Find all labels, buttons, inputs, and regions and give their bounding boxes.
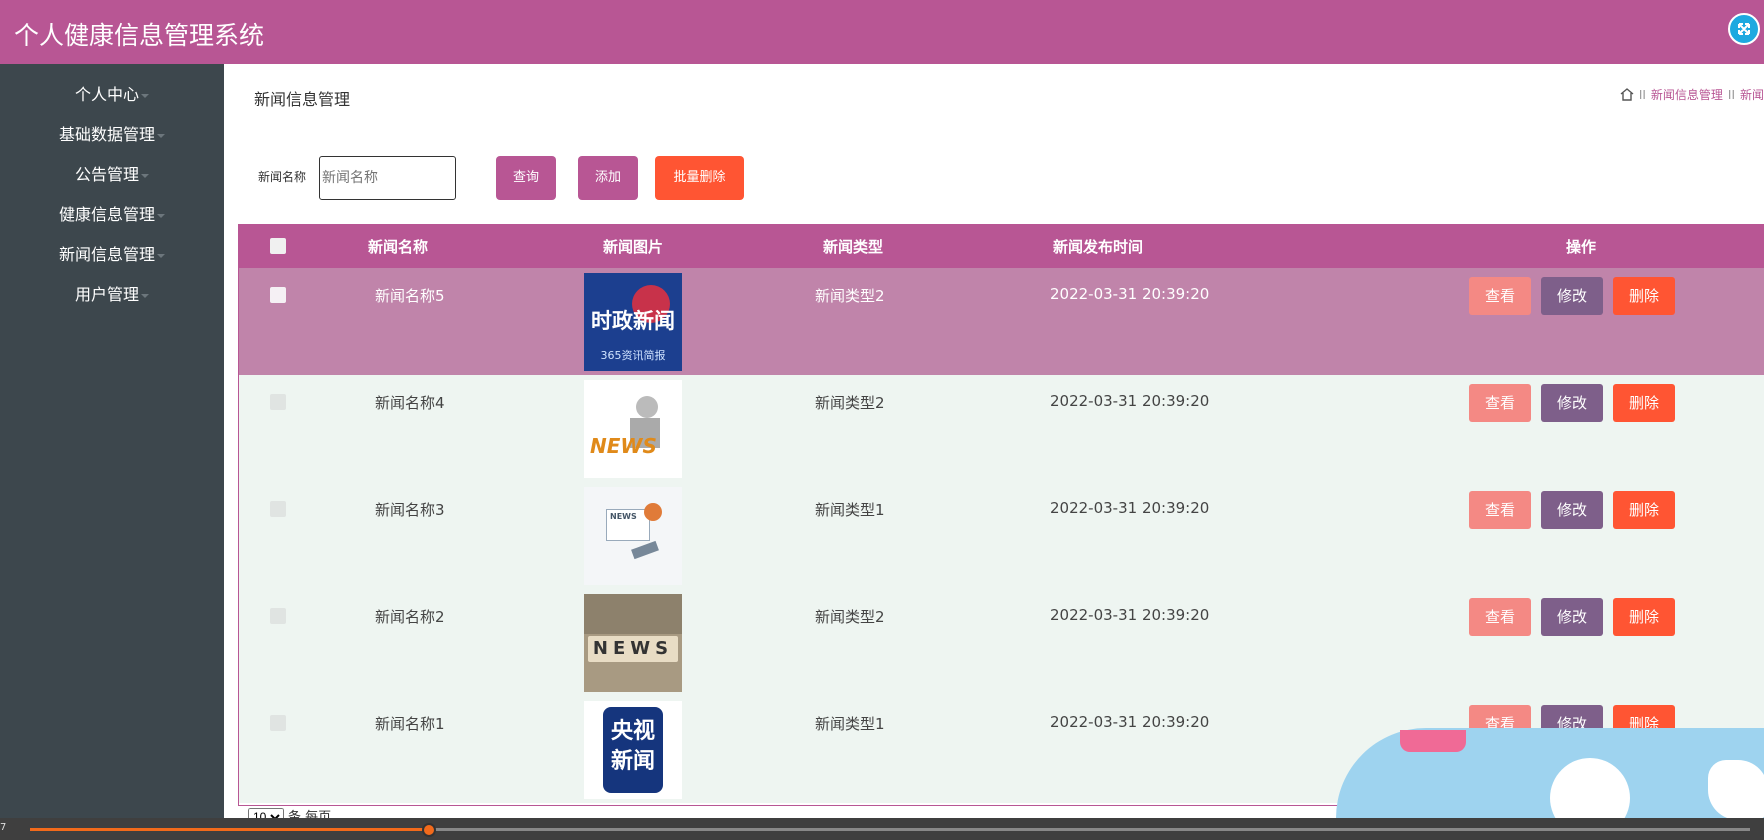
- delete-button[interactable]: 删除: [1613, 277, 1675, 315]
- news-image: 央视新闻: [584, 701, 682, 799]
- column-header: 新闻图片: [602, 238, 663, 256]
- main-content: 新闻信息管理 II新闻信息管理II新闻 新闻名称 查询 添加 批量删除 新闻名称…: [224, 64, 1764, 840]
- sidebar-item-personal-center[interactable]: 个人中心: [0, 75, 224, 115]
- column-header: 新闻名称: [367, 238, 428, 256]
- video-control-bar: 7: [0, 818, 1764, 840]
- sidebar-item-label: 用户管理: [74, 285, 139, 304]
- table-header: 新闻名称 新闻图片 新闻类型 新闻发布时间 操作: [239, 224, 1764, 268]
- column-header: 新闻类型: [822, 238, 883, 256]
- page-title: 新闻信息管理: [254, 90, 351, 109]
- view-button[interactable]: 查看: [1469, 277, 1531, 315]
- publish-time: 2022-03-31 20:39:20: [1050, 392, 1210, 410]
- view-button[interactable]: 查看: [1469, 598, 1531, 636]
- row-checkbox[interactable]: [270, 608, 286, 624]
- sidebar-item-label: 个人中心: [74, 85, 139, 104]
- row-checkbox[interactable]: [270, 715, 286, 731]
- news-image: 时政新闻 365资讯简报: [584, 273, 682, 371]
- sidebar: 个人中心 基础数据管理 公告管理 健康信息管理 新闻信息管理 用户管理: [0, 64, 224, 840]
- publish-time: 2022-03-31 20:39:20: [1050, 499, 1210, 517]
- breadcrumb: II 新闻信息管理 II 新闻: [1620, 86, 1764, 104]
- query-button[interactable]: 查询: [496, 156, 556, 200]
- publish-time: 2022-03-31 20:39:20: [1050, 285, 1210, 303]
- sidebar-item-label: 健康信息管理: [58, 205, 155, 224]
- row-checkbox[interactable]: [270, 287, 286, 303]
- sidebar-item-label: 公告管理: [74, 165, 139, 184]
- sidebar-item-basic-data[interactable]: 基础数据管理: [0, 115, 224, 155]
- news-image: NEWS: [584, 594, 682, 692]
- news-type: 新闻类型2: [815, 287, 885, 305]
- sidebar-item-announcements[interactable]: 公告管理: [0, 155, 224, 195]
- home-icon[interactable]: [1620, 88, 1634, 104]
- news-type: 新闻类型1: [815, 715, 885, 733]
- delete-button[interactable]: 删除: [1613, 384, 1675, 422]
- caret-icon: [157, 213, 165, 218]
- delete-button[interactable]: 删除: [1613, 598, 1675, 636]
- news-type: 新闻类型2: [815, 608, 885, 626]
- news-image: NEWS: [584, 487, 682, 585]
- sidebar-item-label: 新闻信息管理: [58, 245, 155, 264]
- sidebar-item-label: 基础数据管理: [58, 125, 155, 144]
- news-name: 新闻名称2: [375, 608, 445, 626]
- select-all-checkbox[interactable]: [270, 238, 286, 254]
- news-table: 新闻名称 新闻图片 新闻类型 新闻发布时间 操作 新闻名称5 时政新闻 365资…: [238, 224, 1764, 806]
- delete-button[interactable]: 删除: [1613, 491, 1675, 529]
- sidebar-item-users[interactable]: 用户管理: [0, 275, 224, 315]
- caret-icon: [141, 293, 149, 298]
- news-name: 新闻名称4: [375, 394, 445, 412]
- table-row[interactable]: 新闻名称2 NEWS 新闻类型2 2022-03-31 20:39:20 查看 …: [239, 589, 1764, 696]
- caret-icon: [157, 133, 165, 138]
- top-bar: 个人健康信息管理系统: [0, 0, 1764, 64]
- edit-button[interactable]: 修改: [1541, 384, 1603, 422]
- video-progress-track[interactable]: [30, 828, 1750, 831]
- add-button[interactable]: 添加: [578, 156, 638, 200]
- edit-button[interactable]: 修改: [1541, 598, 1603, 636]
- column-header: 新闻发布时间: [1052, 238, 1143, 256]
- view-button[interactable]: 查看: [1469, 491, 1531, 529]
- news-type: 新闻类型1: [815, 501, 885, 519]
- table-row[interactable]: 新闻名称4 NEWS 新闻类型2 2022-03-31 20:39:20 查看 …: [239, 375, 1764, 482]
- table-row[interactable]: 新闻名称3 NEWS 新闻类型1 2022-03-31 20:39:20 查看 …: [239, 482, 1764, 589]
- sidebar-item-news-info[interactable]: 新闻信息管理: [0, 235, 224, 275]
- breadcrumb-item[interactable]: 新闻: [1740, 88, 1764, 102]
- breadcrumb-item[interactable]: 新闻信息管理: [1651, 88, 1723, 102]
- caret-icon: [141, 173, 149, 178]
- app-title: 个人健康信息管理系统: [14, 21, 265, 50]
- expand-icon[interactable]: [1728, 13, 1760, 45]
- video-progress-fill: [30, 828, 432, 831]
- edit-button[interactable]: 修改: [1541, 277, 1603, 315]
- news-type: 新闻类型2: [815, 394, 885, 412]
- bulk-delete-button[interactable]: 批量删除: [655, 156, 744, 200]
- search-input[interactable]: [319, 156, 456, 200]
- row-checkbox[interactable]: [270, 501, 286, 517]
- edit-button[interactable]: 修改: [1541, 491, 1603, 529]
- news-name: 新闻名称1: [375, 715, 445, 733]
- caret-icon: [157, 253, 165, 258]
- column-header: 操作: [1565, 238, 1596, 256]
- video-progress-handle[interactable]: [422, 823, 436, 837]
- view-button[interactable]: 查看: [1469, 384, 1531, 422]
- news-name: 新闻名称3: [375, 501, 445, 519]
- publish-time: 2022-03-31 20:39:20: [1050, 606, 1210, 624]
- caret-icon: [141, 93, 149, 98]
- news-name: 新闻名称5: [375, 287, 445, 305]
- news-image: NEWS: [584, 380, 682, 478]
- row-checkbox[interactable]: [270, 394, 286, 410]
- publish-time: 2022-03-31 20:39:20: [1050, 713, 1210, 731]
- sidebar-item-health-info[interactable]: 健康信息管理: [0, 195, 224, 235]
- video-time: 7: [0, 822, 7, 833]
- table-row[interactable]: 新闻名称5 时政新闻 365资讯简报 新闻类型2 2022-03-31 20:3…: [239, 268, 1764, 375]
- search-label: 新闻名称: [258, 170, 307, 184]
